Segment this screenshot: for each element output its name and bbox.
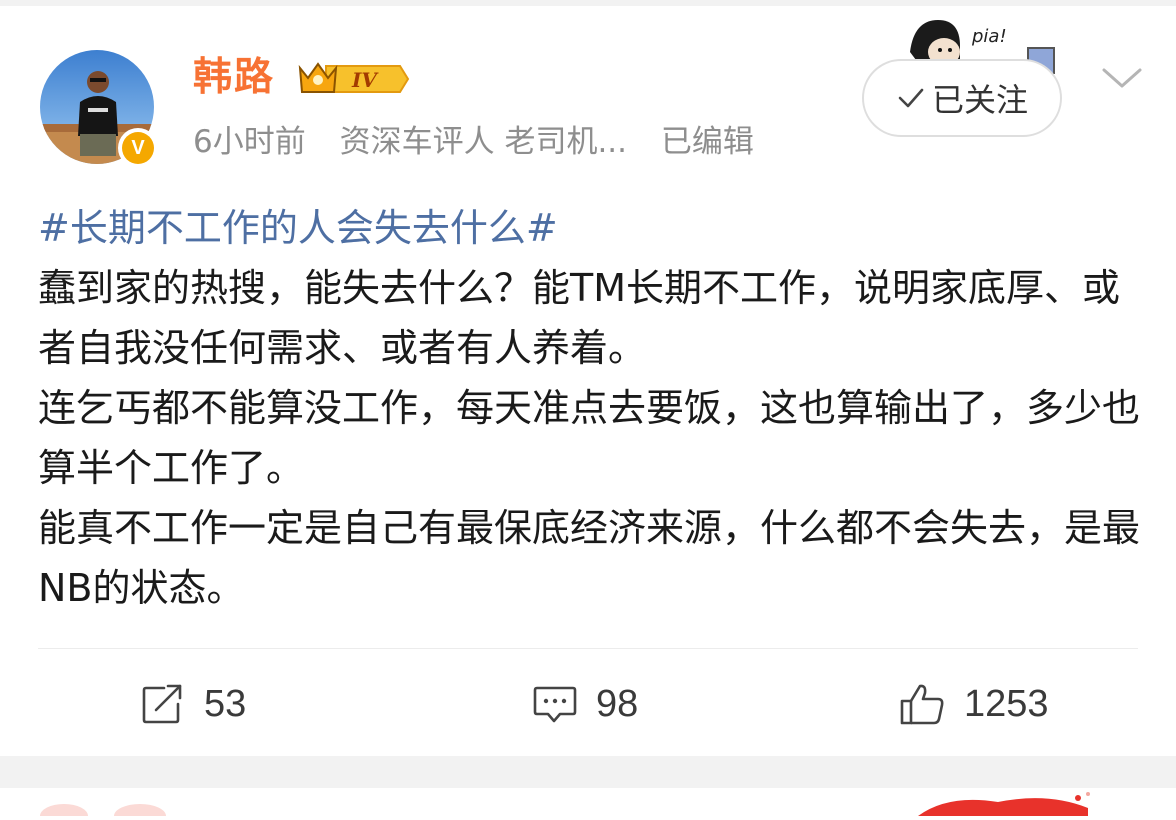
- post-paragraph: 能真不工作一定是自己有最保底经济来源，什么都不会失去，是最NB的状态。: [38, 506, 1141, 610]
- like-count: 1253: [964, 682, 1049, 725]
- check-icon: [896, 83, 926, 113]
- post-time: 6小时前: [193, 124, 306, 160]
- hashtag-link[interactable]: #长期不工作的人会失去什么#: [38, 198, 1148, 258]
- follow-button[interactable]: 已关注: [862, 59, 1062, 137]
- comment-count: 98: [596, 682, 639, 725]
- vip-crown-icon[interactable]: IV: [296, 58, 410, 100]
- post-content: #长期不工作的人会失去什么# 蠢到家的热搜，能失去什么？能TM长期不工作，说明家…: [38, 198, 1148, 618]
- user-role: 资深车评人 老司机...: [339, 124, 628, 160]
- comment-icon: [532, 682, 578, 726]
- top-separator: [0, 0, 1176, 6]
- edited-label[interactable]: 已编辑: [661, 124, 754, 160]
- repost-icon: [140, 682, 186, 726]
- follow-button-label: 已关注: [931, 81, 1028, 119]
- username[interactable]: 韩路: [193, 54, 275, 102]
- divider: [38, 648, 1138, 649]
- post-paragraph: 连乞丐都不能算没工作，每天准点去要饭，这也算输出了，多少也算半个工作了。: [38, 386, 1141, 490]
- like-icon: [898, 681, 946, 727]
- vip-level-text: IV: [351, 68, 379, 92]
- comment-button[interactable]: 98: [532, 680, 638, 728]
- repost-button[interactable]: 53: [140, 680, 246, 728]
- feed-separator: [0, 756, 1176, 788]
- verified-icon: V: [118, 128, 158, 168]
- post-paragraph: 蠢到家的热搜，能失去什么？能TM长期不工作，说明家底厚、或者自我没任何需求、或者…: [38, 266, 1121, 370]
- next-post-sticker: [908, 788, 1098, 816]
- sticker-text: pia!: [971, 26, 1007, 47]
- post-meta: 6小时前 资深车评人 老司机... 已编辑: [193, 122, 778, 162]
- next-post-avatar-decoration: [36, 798, 176, 820]
- repost-count: 53: [204, 682, 247, 725]
- like-button[interactable]: 1253: [898, 680, 1049, 728]
- chevron-down-icon[interactable]: [1098, 62, 1146, 94]
